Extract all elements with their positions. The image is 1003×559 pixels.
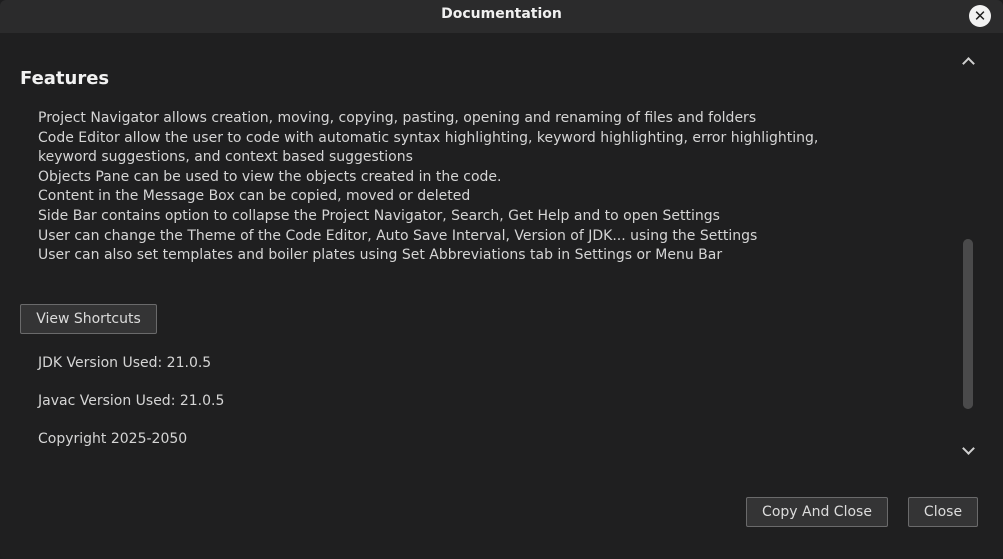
chevron-down-icon[interactable] xyxy=(959,442,977,456)
feature-item: User can also set templates and boiler p… xyxy=(38,247,723,264)
documentation-dialog: Documentation ✕ Features Project Navigat… xyxy=(0,0,1003,559)
feature-item: Content in the Message Box can be copied… xyxy=(38,188,471,205)
close-button[interactable]: Close xyxy=(908,497,978,527)
chevron-up-icon[interactable] xyxy=(959,55,977,70)
feature-item: Side Bar contains option to collapse the… xyxy=(38,207,720,224)
scrollbar-thumb[interactable] xyxy=(963,239,973,409)
features-list: Project Navigator allows creation, movin… xyxy=(38,109,838,266)
window-title: Documentation xyxy=(441,6,562,22)
javac-version-text: Javac Version Used: 21.0.5 xyxy=(38,393,225,409)
copyright-text: Copyright 2025-2050 xyxy=(38,431,188,447)
copy-and-close-button[interactable]: Copy And Close xyxy=(746,497,888,527)
jdk-version-text: JDK Version Used: 21.0.5 xyxy=(38,355,212,371)
view-shortcuts-button[interactable]: View Shortcuts xyxy=(20,304,157,334)
feature-item: Objects Pane can be used to view the obj… xyxy=(38,168,502,185)
documentation-content: Features Project Navigator allows creati… xyxy=(0,33,1003,559)
close-icon[interactable]: ✕ xyxy=(969,5,991,27)
feature-item: Project Navigator allows creation, movin… xyxy=(38,110,757,126)
feature-item: Code Editor allow the user to code with … xyxy=(38,129,819,166)
feature-item: User can change the Theme of the Code Ed… xyxy=(38,227,758,244)
features-heading: Features xyxy=(20,68,110,89)
title-bar: Documentation ✕ xyxy=(0,0,1003,33)
